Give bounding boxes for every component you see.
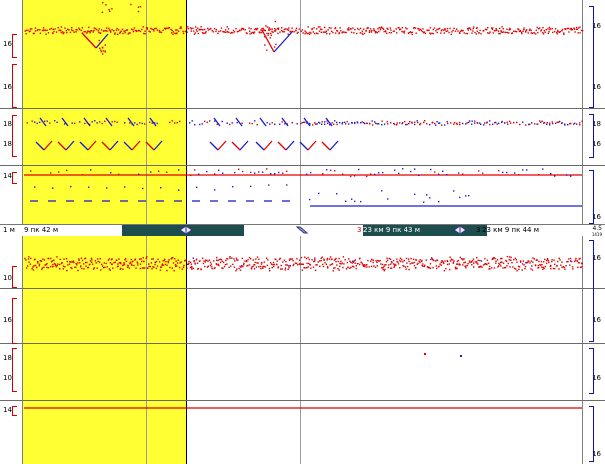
flaw-detector-view: 16 16 18 18 14 16 16 18 16 16 1 м 9 пк 4… [0,0,605,464]
position-right-prefix: 3 [476,226,481,234]
scale-label: 1 м [3,226,15,234]
pen-icon[interactable] [295,226,309,234]
top-scan-panel: 16 16 18 18 14 16 16 18 16 16 [0,0,605,224]
bottom-scan-panel: 10 16 18 10 14 16 16 16 16 [0,236,605,464]
marker-icon[interactable] [453,225,467,235]
position-right: 23 км 9 пк 44 м [482,226,539,234]
position-center-prefix: 3 [357,226,362,234]
bottom-signal-plot [24,255,583,409]
position-left: 9 пк 42 м [24,226,59,234]
top-signal-plot [24,2,584,207]
marker-icon[interactable] [179,225,193,235]
position-center: 23 км 9 пк 43 м [363,226,420,234]
